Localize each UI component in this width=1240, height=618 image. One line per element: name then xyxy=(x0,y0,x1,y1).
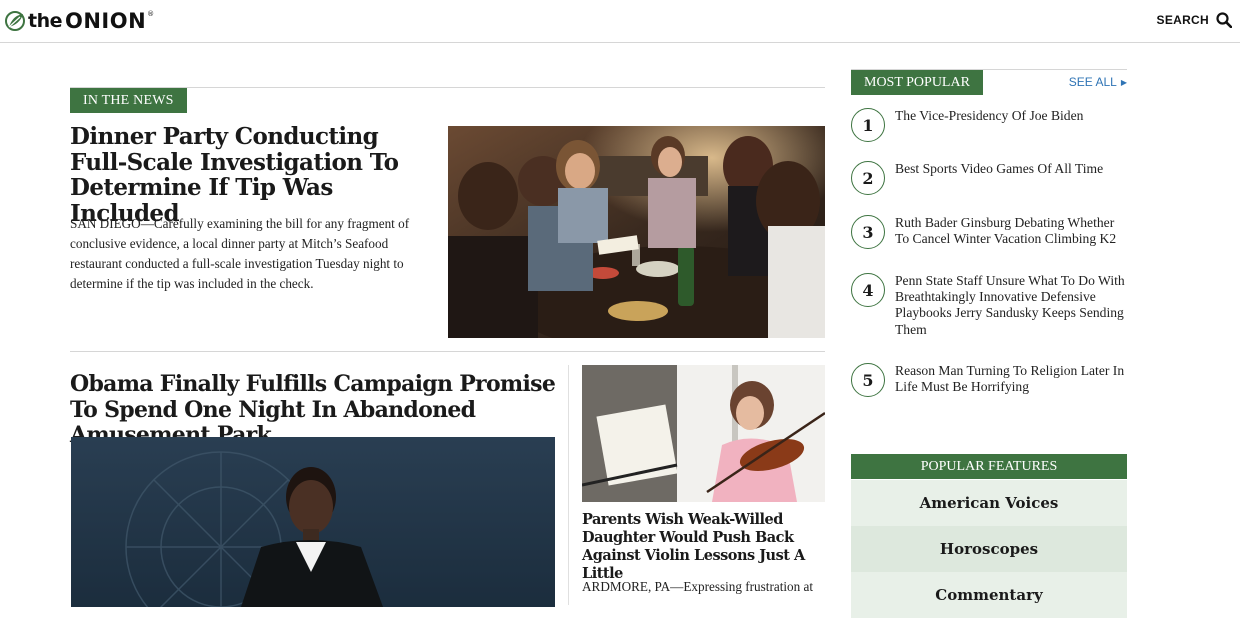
feature-commentary[interactable]: Commentary xyxy=(851,572,1127,618)
feature-horoscopes[interactable]: Horoscopes xyxy=(851,526,1127,572)
popular-features-header: POPULAR FEATURES xyxy=(851,454,1127,479)
most-popular-title: The Vice-Presidency Of Joe Biden xyxy=(895,108,1084,123)
column-divider xyxy=(568,365,569,605)
violin-story-summary: ARDMORE, PA—Expressing frustration at xyxy=(582,579,814,594)
logo-registered-mark: ® xyxy=(147,10,155,18)
onion-logo[interactable]: the ONION ® xyxy=(4,8,154,34)
search-button[interactable]: SEARCH xyxy=(1157,10,1232,30)
rank-number-badge: 1 xyxy=(851,108,885,142)
most-popular-tag: MOST POPULAR xyxy=(851,70,983,95)
rank-number-badge: 2 xyxy=(851,161,885,195)
violin-story-headline[interactable]: Parents Wish Weak-Willed Daughter Would … xyxy=(582,511,827,583)
onion-leaf-icon xyxy=(5,11,25,31)
right-triangle-icon: ▶ xyxy=(1120,77,1127,87)
most-popular-title: Reason Man Turning To Religion Later In … xyxy=(895,363,1125,395)
rank-number-badge: 4 xyxy=(851,273,885,307)
dinner-party-illustration xyxy=(448,126,825,338)
lead-story-summary: SAN DIEGO—Carefully examining the bill f… xyxy=(70,216,410,291)
obama-amusement-park-photo[interactable] xyxy=(71,437,555,607)
site-header: the ONION ® SEARCH xyxy=(0,0,1240,43)
dinner-party-photo[interactable] xyxy=(448,126,825,338)
see-all-link[interactable]: SEE ALL ▶ xyxy=(1069,75,1127,89)
logo-text-onion: ONION xyxy=(65,9,147,33)
search-label: SEARCH xyxy=(1156,13,1209,27)
violin-girl-photo[interactable] xyxy=(582,365,825,502)
violin-girl-illustration xyxy=(582,365,825,502)
logo-text-the: the xyxy=(28,10,63,32)
most-popular-title: Best Sports Video Games Of All Time xyxy=(895,161,1104,176)
most-popular-title: Penn State Staff Unsure What To Do With … xyxy=(895,273,1125,337)
most-popular-title: Ruth Bader Ginsburg Debating Whether To … xyxy=(895,215,1117,247)
obama-park-illustration xyxy=(71,437,555,607)
see-all-label: SEE ALL xyxy=(1068,75,1117,89)
lead-story-headline[interactable]: Dinner Party Conducting Full-Scale Inves… xyxy=(70,124,440,226)
in-the-news-tag[interactable]: IN THE NEWS xyxy=(70,88,187,113)
rank-number-badge: 3 xyxy=(851,215,885,249)
rank-number-badge: 5 xyxy=(851,363,885,397)
magnifier-icon xyxy=(1216,12,1232,28)
section-middle-divider xyxy=(70,351,825,352)
feature-american-voices[interactable]: American Voices xyxy=(851,480,1127,526)
